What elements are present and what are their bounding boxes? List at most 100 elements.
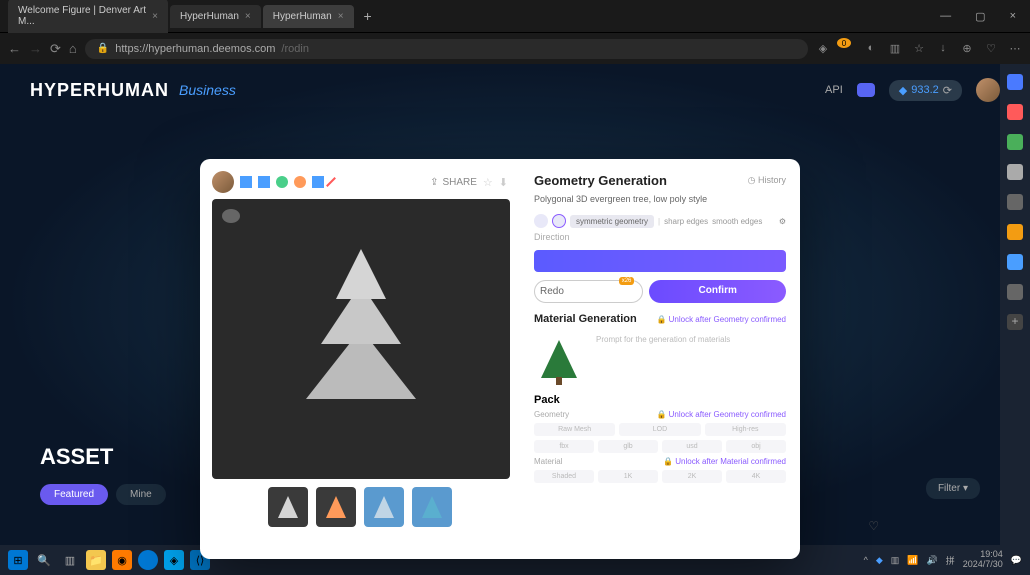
chip-symmetric[interactable]: symmetric geometry [570,215,654,228]
sidebar-icon[interactable] [1007,254,1023,270]
explorer-icon[interactable]: 📁 [86,550,106,570]
confirm-button[interactable]: Confirm [649,280,786,303]
res-option[interactable]: 4K [726,470,786,483]
sidebar-icon[interactable] [1007,74,1023,90]
menu-icon[interactable]: ⋯ [1008,42,1022,55]
extension-icon[interactable]: ◈ [816,42,830,55]
pack-option[interactable]: High-res [705,423,786,436]
extension-icon[interactable]: ◐ [864,42,878,55]
api-link[interactable]: API [825,84,843,96]
asset-section: ASSET Featured Mine [40,444,166,505]
tab-mine[interactable]: Mine [116,484,166,505]
pack-option[interactable]: LOD [619,423,700,436]
credits-pill[interactable]: ◆ 933.2 ⟳ [889,80,962,101]
download-icon[interactable]: ⬇ [499,176,508,189]
close-icon[interactable]: × [338,11,344,22]
maximize-icon[interactable]: ▢ [969,6,991,27]
tab-featured[interactable]: Featured [40,484,108,505]
discord-icon[interactable] [857,83,875,97]
lock-notice: 🔒 Unlock after Material confirmed [663,457,786,466]
shade-option[interactable]: Shaded [534,470,594,483]
share-icon: ⇪ [430,177,438,188]
res-option[interactable]: 1K [598,470,658,483]
app-icon[interactable]: ◉ [112,550,132,570]
logo[interactable]: HYPERHUMAN [30,80,169,101]
extension-icon[interactable]: ☆ [912,42,926,55]
back-icon[interactable]: ← [8,41,21,56]
avatar[interactable] [976,78,1000,102]
plus-icon[interactable]: + [1007,314,1023,330]
new-tab-button[interactable]: + [356,8,380,24]
history-link[interactable]: ◷ History [748,175,786,186]
notifications-icon[interactable]: 💬 [1011,555,1022,566]
redo-button[interactable]: Redo x26 [534,280,643,303]
format-option[interactable]: fbx [534,440,594,453]
task-view-icon[interactable]: ▥ [60,550,80,570]
clock[interactable]: 19:04 2024/7/30 [963,550,1003,570]
minimize-icon[interactable]: — [934,6,957,27]
address-bar[interactable]: 🔒 https://hyperhuman.deemos.com/rodin [85,39,808,59]
start-icon[interactable]: ⊞ [8,550,28,570]
format-option[interactable]: glb [598,440,658,453]
sidebar-icon[interactable] [1007,194,1023,210]
volume-icon[interactable]: 🔊 [927,555,938,566]
ime-icon[interactable]: 拼 [946,554,955,567]
extension-icon[interactable]: ♡ [984,42,998,55]
sidebar-icon[interactable] [1007,284,1023,300]
avatar[interactable] [212,171,234,193]
tool-icon[interactable] [276,176,288,188]
pencil-icon[interactable] [326,177,336,187]
sidebar-icon[interactable] [1007,134,1023,150]
forward-icon[interactable]: → [29,41,42,56]
close-icon[interactable]: × [152,11,158,22]
tray-icon[interactable]: ▥ [891,555,900,566]
filter-button[interactable]: Filter ▾ [926,478,980,499]
chip-option[interactable] [552,214,566,228]
tool-icon[interactable] [258,176,270,188]
browser-tab[interactable]: Welcome Figure | Denver Art M... × [8,0,168,33]
sidebar-icon[interactable] [1007,224,1023,240]
heart-icon[interactable]: ♡ [868,519,879,533]
extension-icon[interactable]: ⊕ [960,42,974,55]
gear-icon[interactable]: ⚙ [779,217,786,226]
format-option[interactable]: usd [662,440,722,453]
chip-smooth[interactable]: smooth edges [712,217,762,226]
viewport-3d[interactable] [212,199,510,479]
eye-icon[interactable] [222,209,240,223]
material-prompt-input[interactable]: Prompt for the generation of materials [592,331,786,348]
chevron-down-icon: ▾ [963,483,968,494]
sidebar-icon[interactable] [1007,164,1023,180]
pack-option[interactable]: Raw Mesh [534,423,615,436]
sidebar-icon[interactable] [1007,104,1023,120]
variant-thumb[interactable] [364,487,404,527]
search-icon[interactable]: 🔍 [34,550,54,570]
tool-icon[interactable] [294,176,306,188]
extension-icon[interactable]: ↓ [936,42,950,55]
close-icon[interactable]: × [245,11,251,22]
chip-sharp[interactable]: sharp edges [664,217,708,226]
refresh-icon[interactable]: ⟳ [50,41,61,57]
tray-icon[interactable]: ^ [864,555,868,565]
tool-icon[interactable]: ☆ [483,176,493,189]
close-icon[interactable]: × [1004,6,1022,27]
share-button[interactable]: ⇪ SHARE [430,177,477,188]
chip-option[interactable] [534,214,548,228]
edge-icon[interactable] [138,550,158,570]
modal-settings-panel: Geometry Generation ◷ History Polygonal … [520,159,800,559]
format-option[interactable]: obj [726,440,786,453]
home-icon[interactable]: ⌂ [69,41,77,56]
tool-icon[interactable] [312,176,324,188]
variant-thumb[interactable] [316,487,356,527]
wifi-icon[interactable]: 📶 [907,555,918,566]
app-icon[interactable]: ◈ [164,550,184,570]
tray-icon[interactable]: ◆ [876,555,883,566]
variant-thumb[interactable] [412,487,452,527]
tool-icon[interactable] [240,176,252,188]
extension-icon[interactable]: ▥ [888,42,902,55]
browser-tab[interactable]: HyperHuman × [170,5,261,28]
variant-thumb[interactable] [268,487,308,527]
res-option[interactable]: 2K [662,470,722,483]
refresh-icon[interactable]: ⟳ [943,84,952,97]
generate-button[interactable] [534,250,786,272]
browser-tab[interactable]: HyperHuman × [263,5,354,28]
